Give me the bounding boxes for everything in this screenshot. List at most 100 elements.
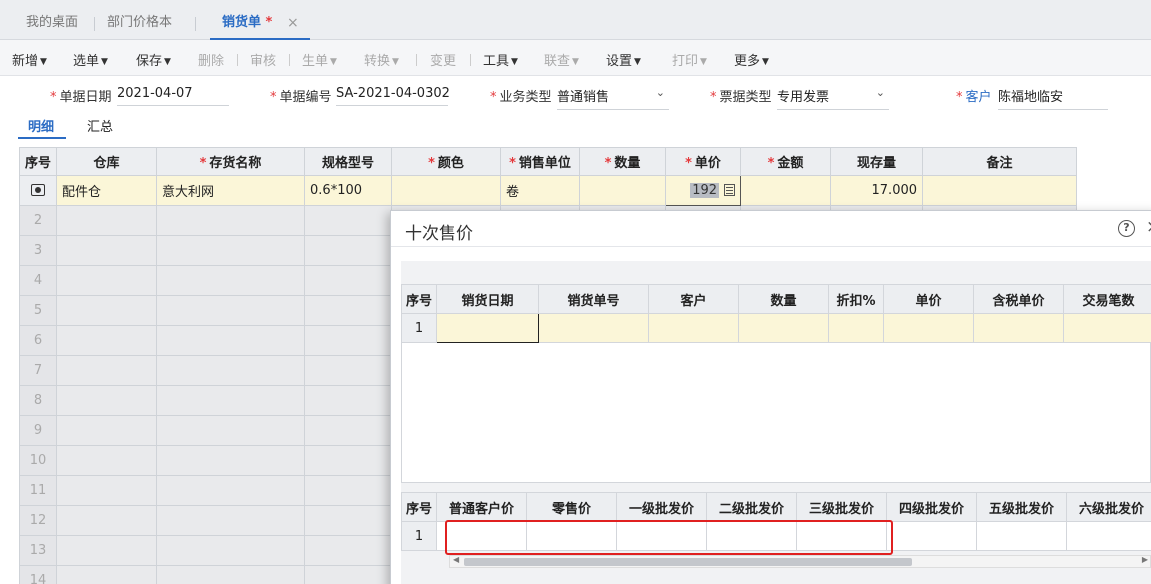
cell-tax-price[interactable]	[973, 313, 1065, 343]
more-button[interactable]: 更多 ▼	[734, 50, 769, 69]
cell-item[interactable]: 意大利网	[156, 175, 306, 206]
cell-stock: 17.000	[830, 175, 924, 206]
col-header-retail-price[interactable]: 零售价	[526, 492, 618, 522]
col-header-wholesale-1[interactable]: 一级批发价	[616, 492, 708, 522]
tab-desktop[interactable]: 我的桌面	[26, 10, 78, 36]
cell-spec[interactable]: 0.6*100	[304, 175, 393, 206]
col-header-wholesale-3[interactable]: 三级批发价	[796, 492, 888, 522]
cell-price[interactable]: 192	[665, 175, 742, 206]
col-header-warehouse[interactable]: 仓库	[56, 147, 158, 176]
tab-summary[interactable]: 汇总	[87, 116, 113, 135]
chevron-down-icon: ▼	[101, 57, 108, 67]
cell-price[interactable]	[883, 313, 975, 343]
cell-sale-date[interactable]	[436, 313, 540, 343]
chevron-down-icon: ⌄	[875, 86, 885, 99]
col-header-item[interactable]: * 存货名称	[156, 147, 306, 176]
col-header-color[interactable]: * 颜色	[391, 147, 502, 176]
col-header-wholesale-2[interactable]: 二级批发价	[706, 492, 798, 522]
save-button[interactable]: 保存 ▼	[136, 50, 171, 69]
table-row[interactable]: 配件仓 意大利网 0.6*100 卷 192 17.000	[18, 175, 1078, 206]
date-label: * 单据日期	[50, 90, 112, 105]
row-number: 1	[400, 313, 438, 343]
col-header-discount[interactable]: 折扣%	[828, 284, 885, 314]
cell-color[interactable]	[391, 175, 502, 206]
col-header-sale-no[interactable]: 销货单号	[538, 284, 650, 314]
approve-button[interactable]: 审核	[250, 50, 276, 69]
col-header-wholesale-6[interactable]: 六级批发价	[1066, 492, 1151, 522]
scroll-left-icon[interactable]: ◀	[453, 555, 459, 564]
scroll-right-icon[interactable]: ▶	[1142, 555, 1148, 564]
cell-wholesale-4[interactable]	[886, 521, 978, 551]
cell-trade-count[interactable]	[1063, 313, 1151, 343]
row-number: 13	[18, 535, 58, 566]
print-button[interactable]: 打印 ▼	[672, 50, 707, 69]
chevron-down-icon: ▼	[762, 57, 769, 67]
chevron-down-icon: ⌄	[655, 86, 665, 99]
calculator-icon[interactable]	[724, 184, 736, 196]
cell-warehouse[interactable]: 配件仓	[56, 175, 158, 206]
settings-button[interactable]: 设置 ▼	[606, 50, 641, 69]
toolbar-divider	[289, 54, 290, 66]
cell-customer[interactable]	[648, 313, 740, 343]
scrollbar-thumb[interactable]	[464, 558, 912, 566]
col-header-note[interactable]: 备注	[922, 147, 1078, 176]
tab-sales-order[interactable]: 销货单 *	[222, 10, 272, 36]
row-settings-button[interactable]	[18, 175, 58, 206]
date-field[interactable]: 2021-04-07	[117, 86, 229, 106]
close-icon[interactable]: ×	[287, 15, 299, 31]
invoice-type-select[interactable]: 专用发票 ⌄	[777, 86, 889, 110]
col-header-trade-count[interactable]: 交易笔数	[1063, 284, 1151, 314]
code-label: * 单据编号	[270, 90, 332, 105]
cell-qty[interactable]	[579, 175, 667, 206]
horizontal-scrollbar[interactable]: ◀ ▶	[449, 555, 1151, 568]
select-order-button[interactable]: 选单 ▼	[73, 50, 108, 69]
col-header-tax-price[interactable]: 含税单价	[973, 284, 1065, 314]
cell-sale-no[interactable]	[538, 313, 650, 343]
new-button[interactable]: 新增 ▼	[12, 50, 47, 69]
close-icon[interactable]: ×	[1146, 217, 1151, 237]
customer-field[interactable]: 陈福地临安	[998, 86, 1108, 110]
tab-dept-pricebook[interactable]: 部门价格本	[107, 10, 172, 36]
change-button[interactable]: 变更	[430, 50, 456, 69]
cell-wholesale-5[interactable]	[976, 521, 1068, 551]
col-header-customer[interactable]: 客户	[648, 284, 740, 314]
cell-amount[interactable]	[740, 175, 832, 206]
col-header-price[interactable]: 单价	[883, 284, 975, 314]
col-header-qty[interactable]: * 数量	[579, 147, 667, 176]
convert-button[interactable]: 转换 ▼	[364, 50, 399, 69]
query-button[interactable]: 联查 ▼	[544, 50, 579, 69]
cell-note[interactable]	[922, 175, 1078, 206]
help-icon[interactable]: ?	[1118, 220, 1135, 237]
chevron-down-icon: ▼	[634, 57, 641, 67]
biz-type-select[interactable]: 普通销售 ⌄	[557, 86, 669, 110]
col-header-spec[interactable]: 规格型号	[304, 147, 393, 176]
col-header-qty[interactable]: 数量	[738, 284, 830, 314]
generate-order-button[interactable]: 生单 ▼	[302, 50, 337, 69]
tab-detail[interactable]: 明细	[28, 116, 54, 135]
col-header-sale-date[interactable]: 销货日期	[436, 284, 540, 314]
tools-button[interactable]: 工具 ▼	[483, 50, 518, 69]
row-number: 8	[18, 385, 58, 416]
col-header-price[interactable]: * 单价	[665, 147, 742, 176]
col-header-stock[interactable]: 现存量	[830, 147, 924, 176]
col-header-wholesale-4[interactable]: 四级批发价	[886, 492, 978, 522]
col-header-amount[interactable]: * 金额	[740, 147, 832, 176]
delete-button[interactable]: 删除	[198, 50, 224, 69]
table-row[interactable]: 1	[400, 313, 1151, 343]
cell-discount[interactable]	[828, 313, 885, 343]
row-number: 9	[18, 415, 58, 446]
cell-unit[interactable]: 卷	[500, 175, 581, 206]
price-input[interactable]: 192	[690, 183, 720, 198]
toolbar-divider	[470, 54, 471, 66]
dialog-title: 十次售价	[405, 224, 473, 244]
col-header-unit[interactable]: * 销售单位	[500, 147, 581, 176]
tab-divider	[94, 17, 95, 31]
code-field[interactable]: SA-2021-04-0302	[336, 86, 450, 106]
col-header-wholesale-5[interactable]: 五级批发价	[976, 492, 1068, 522]
cell-qty[interactable]	[738, 313, 830, 343]
col-header-regular-price[interactable]: 普通客户价	[436, 492, 528, 522]
chevron-down-icon: ▼	[511, 57, 518, 67]
row-number: 6	[18, 325, 58, 356]
toolbar-divider	[416, 54, 417, 66]
cell-wholesale-6[interactable]	[1066, 521, 1151, 551]
